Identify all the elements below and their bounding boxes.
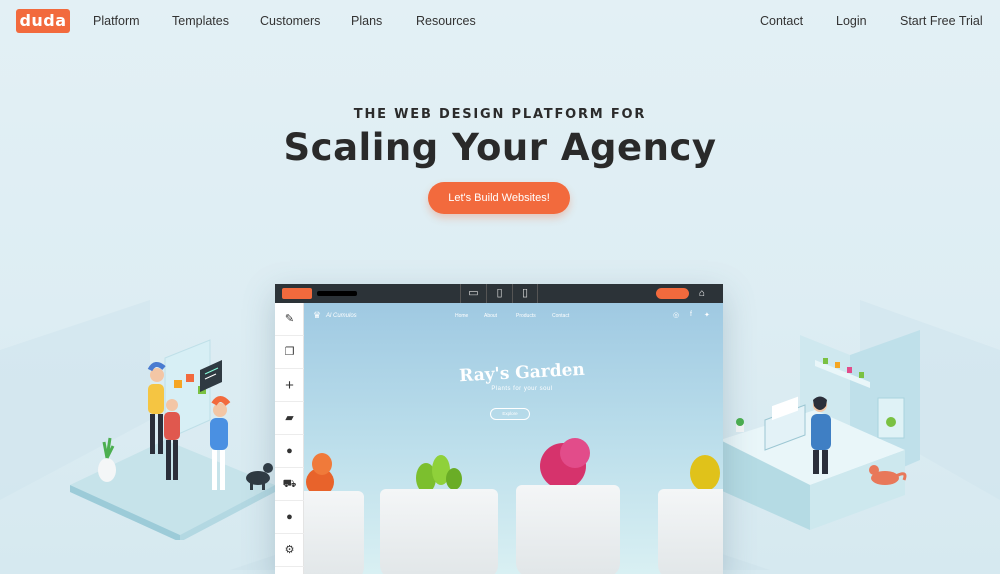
team-collaboration-illustration xyxy=(70,339,275,540)
hero-headline: Scaling Your Agency xyxy=(283,126,717,169)
home-icon[interactable]: ⌂ xyxy=(695,284,709,303)
desktop-view-icon[interactable]: ▭ xyxy=(460,284,486,303)
site-nav-about[interactable]: About xyxy=(484,313,497,319)
duda-logo[interactable]: duda xyxy=(16,9,70,33)
twitter-icon[interactable]: ✦ xyxy=(704,311,710,319)
site-explore-button[interactable]: Explore xyxy=(490,408,530,420)
site-subtitle: Plants for your soul xyxy=(491,386,553,392)
cart-icon[interactable]: ⛟ xyxy=(275,468,304,501)
user-icon[interactable]: ● xyxy=(275,435,304,468)
site-title: Ray's Garden xyxy=(458,359,586,387)
folder-icon[interactable]: ▰ xyxy=(275,402,304,435)
editor-site-name xyxy=(317,291,357,296)
site-nav-contact[interactable]: Contact xyxy=(552,313,569,319)
design-brush-icon[interactable]: ✎ xyxy=(275,303,304,336)
editor-toolbar: ▭ ▯ ▯ ⌂ xyxy=(275,284,723,303)
nav-link-contact[interactable]: Contact xyxy=(760,14,803,28)
chat-icon[interactable]: ● xyxy=(275,501,304,534)
nav-link-resources[interactable]: Resources xyxy=(416,14,476,28)
website-editor-mockup: ▭ ▯ ▯ ⌂ ✎ ❐ + ▰ ● ⛟ ● ⚙ ♛ Al Cumulos Hom… xyxy=(275,284,723,574)
cta-button[interactable]: Let's Build Websites! xyxy=(428,182,570,214)
add-icon[interactable]: + xyxy=(275,369,304,402)
site-logo-icon: ♛ xyxy=(313,310,322,320)
tablet-view-icon[interactable]: ▯ xyxy=(486,284,512,303)
site-logo-text[interactable]: Al Cumulos xyxy=(326,313,357,319)
nav-link-templates[interactable]: Templates xyxy=(172,14,229,28)
instagram-icon[interactable]: ◎ xyxy=(673,311,679,319)
pages-icon[interactable]: ❐ xyxy=(275,336,304,369)
editor-publish-button[interactable] xyxy=(656,288,689,299)
site-preview-canvas[interactable]: ♛ Al Cumulos Home About Products Contact… xyxy=(304,303,723,574)
facebook-icon[interactable]: f xyxy=(690,311,692,318)
editor-menu-button[interactable] xyxy=(282,288,312,299)
site-nav-products[interactable]: Products xyxy=(516,313,536,319)
nav-link-customers[interactable]: Customers xyxy=(260,14,320,28)
developer-desk-illustration xyxy=(720,330,920,530)
mobile-view-icon[interactable]: ▯ xyxy=(512,284,538,303)
site-nav-home[interactable]: Home xyxy=(455,313,468,319)
hero-eyebrow: THE WEB DESIGN PLATFORM FOR xyxy=(353,107,647,122)
nav-link-login[interactable]: Login xyxy=(836,14,867,28)
settings-gear-icon[interactable]: ⚙ xyxy=(275,534,304,567)
top-navigation: duda Platform Templates Customers Plans … xyxy=(0,0,1000,42)
nav-link-start-free-trial[interactable]: Start Free Trial xyxy=(900,14,983,28)
nav-link-plans[interactable]: Plans xyxy=(351,14,382,28)
editor-sidebar: ✎ ❐ + ▰ ● ⛟ ● ⚙ xyxy=(275,303,304,574)
nav-link-platform[interactable]: Platform xyxy=(93,14,140,28)
